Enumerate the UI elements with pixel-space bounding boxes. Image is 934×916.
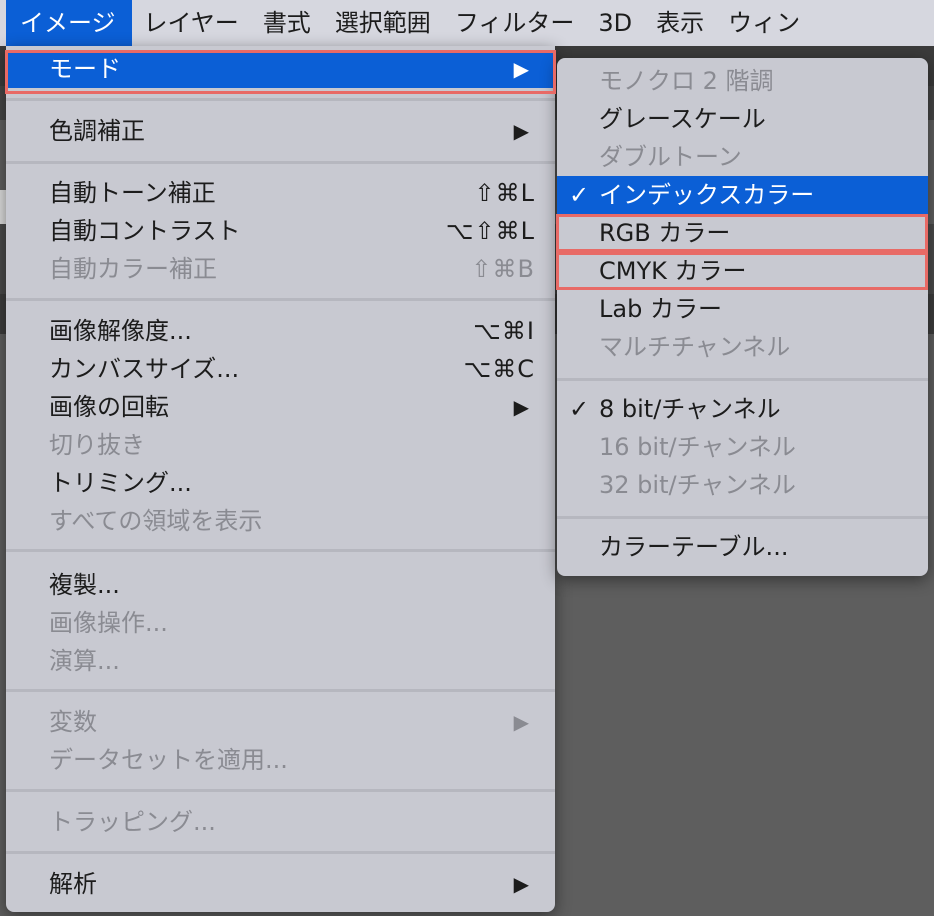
submenu-item-label: インデックスカラー bbox=[599, 181, 815, 209]
submenu-item-label: Lab カラー bbox=[599, 295, 722, 323]
menu-item-label: トリミング... bbox=[49, 469, 192, 497]
menu-item-label: データセットを適用... bbox=[49, 746, 288, 774]
menu-separator bbox=[6, 851, 555, 854]
menu-item-duplicate[interactable]: 複製... bbox=[6, 566, 555, 604]
shortcut-label: ⇧⌘B bbox=[471, 255, 535, 283]
menu-item-label: 複製... bbox=[49, 571, 120, 599]
menu-item-label: モード bbox=[49, 55, 121, 83]
menubar-window[interactable]: ウィン bbox=[716, 0, 812, 46]
menu-item-canvas-size[interactable]: カンバスサイズ... ⌥⌘C bbox=[6, 350, 555, 388]
submenu-arrow-icon: ▶ bbox=[513, 710, 529, 734]
menu-item-auto-contrast[interactable]: 自動コントラスト ⌥⇧⌘L bbox=[6, 212, 555, 250]
menu-item-analysis[interactable]: 解析 ▶ bbox=[6, 865, 555, 903]
menu-item-variables: 変数 ▶ bbox=[6, 703, 555, 741]
submenu-item-label: 32 bit/チャンネル bbox=[599, 471, 796, 499]
menu-item-label: 自動トーン補正 bbox=[49, 179, 216, 207]
submenu-item-label: CMYK カラー bbox=[599, 257, 747, 285]
checkmark-icon: ✓ bbox=[569, 181, 590, 209]
submenu-item-cmyk-color[interactable]: CMYK カラー bbox=[557, 252, 928, 290]
menu-item-adjustments[interactable]: 色調補正 ▶ bbox=[6, 112, 555, 150]
shortcut-label: ⌥⌘I bbox=[473, 317, 535, 345]
submenu-item-grayscale[interactable]: グレースケール bbox=[557, 100, 928, 138]
submenu-item-8bit[interactable]: ✓ 8 bit/チャンネル bbox=[557, 390, 928, 428]
menubar-image[interactable]: イメージ bbox=[6, 0, 132, 46]
menu-item-crop: 切り抜き bbox=[6, 426, 555, 464]
submenu-item-indexed-color[interactable]: ✓ インデックスカラー bbox=[557, 176, 928, 214]
submenu-arrow-icon: ▶ bbox=[513, 119, 529, 143]
submenu-arrow-icon: ▶ bbox=[513, 872, 529, 896]
menu-item-label: 自動コントラスト bbox=[49, 217, 241, 245]
menu-item-image-size[interactable]: 画像解像度... ⌥⌘I bbox=[6, 312, 555, 350]
menu-item-label: 変数 bbox=[49, 708, 97, 736]
submenu-item-label: カラーテーブル... bbox=[599, 533, 789, 561]
menu-item-label: 色調補正 bbox=[49, 117, 145, 145]
image-menu: モード ▶ 色調補正 ▶ 自動トーン補正 ⇧⌘L 自動コントラスト ⌥⇧⌘L 自… bbox=[6, 46, 555, 912]
menu-separator bbox=[557, 378, 928, 381]
menu-item-label: すべての領域を表示 bbox=[49, 507, 263, 535]
menu-item-label: 画像解像度... bbox=[49, 317, 192, 345]
shortcut-label: ⇧⌘L bbox=[474, 179, 535, 207]
submenu-item-label: 16 bit/チャンネル bbox=[599, 433, 796, 461]
menu-separator bbox=[6, 298, 555, 301]
menu-separator bbox=[6, 689, 555, 692]
menubar-select[interactable]: 選択範囲 bbox=[323, 0, 443, 46]
submenu-item-label: グレースケール bbox=[599, 105, 766, 133]
submenu-item-color-table[interactable]: カラーテーブル... bbox=[557, 528, 928, 566]
submenu-arrow-icon: ▶ bbox=[513, 395, 529, 419]
submenu-item-label: RGB カラー bbox=[599, 219, 731, 247]
menu-item-label: カンバスサイズ... bbox=[49, 355, 240, 383]
menu-item-trim[interactable]: トリミング... bbox=[6, 464, 555, 502]
submenu-item-label: 8 bit/チャンネル bbox=[599, 395, 781, 423]
submenu-item-duotone: ダブルトーン bbox=[557, 138, 928, 176]
menubar-3d[interactable]: 3D bbox=[586, 0, 644, 46]
submenu-item-label: ダブルトーン bbox=[599, 143, 742, 171]
menu-item-label: 自動カラー補正 bbox=[49, 255, 217, 283]
menu-item-label: 画像の回転 bbox=[49, 393, 169, 421]
menu-item-label: 演算... bbox=[49, 647, 120, 675]
submenu-item-bitmap: モノクロ 2 階調 bbox=[557, 62, 928, 100]
menu-item-calculations: 演算... bbox=[6, 642, 555, 680]
menu-separator bbox=[6, 549, 555, 552]
menubar-type[interactable]: 書式 bbox=[251, 0, 323, 46]
mode-submenu: モノクロ 2 階調 グレースケール ダブルトーン ✓ インデックスカラー RGB… bbox=[557, 58, 928, 576]
submenu-item-lab-color[interactable]: Lab カラー bbox=[557, 290, 928, 328]
menu-item-apply-data-set: データセットを適用... bbox=[6, 741, 555, 779]
menu-item-label: トラッピング... bbox=[49, 808, 216, 836]
menu-separator bbox=[6, 161, 555, 164]
menubar-filter[interactable]: フィルター bbox=[443, 0, 587, 46]
menu-bar: イメージ レイヤー 書式 選択範囲 フィルター 3D 表示 ウィン bbox=[0, 0, 934, 46]
submenu-item-rgb-color[interactable]: RGB カラー bbox=[557, 214, 928, 252]
menu-item-label: 切り抜き bbox=[49, 431, 145, 459]
submenu-item-multichannel: マルチチャンネル bbox=[557, 328, 928, 366]
menu-item-trap: トラッピング... bbox=[6, 803, 555, 841]
submenu-item-16bit: 16 bit/チャンネル bbox=[557, 428, 928, 466]
menu-item-auto-color: 自動カラー補正 ⇧⌘B bbox=[6, 250, 555, 288]
checkmark-icon: ✓ bbox=[569, 395, 590, 423]
menu-item-reveal-all: すべての領域を表示 bbox=[6, 502, 555, 540]
shortcut-label: ⌥⌘C bbox=[463, 355, 535, 383]
menu-separator bbox=[6, 789, 555, 792]
menu-item-auto-tone[interactable]: 自動トーン補正 ⇧⌘L bbox=[6, 174, 555, 212]
menu-item-label: 画像操作... bbox=[49, 609, 168, 637]
menu-separator bbox=[557, 516, 928, 519]
submenu-item-label: モノクロ 2 階調 bbox=[599, 67, 774, 95]
shortcut-label: ⌥⇧⌘L bbox=[445, 217, 535, 245]
menubar-layer[interactable]: レイヤー bbox=[132, 0, 251, 46]
submenu-item-label: マルチチャンネル bbox=[599, 333, 791, 361]
menu-item-image-rotation[interactable]: 画像の回転 ▶ bbox=[6, 388, 555, 426]
submenu-item-32bit: 32 bit/チャンネル bbox=[557, 466, 928, 504]
menu-item-apply-image: 画像操作... bbox=[6, 604, 555, 642]
submenu-arrow-icon: ▶ bbox=[513, 57, 529, 81]
menu-item-mode[interactable]: モード ▶ bbox=[6, 50, 555, 88]
menubar-view[interactable]: 表示 bbox=[644, 0, 716, 46]
menu-item-label: 解析 bbox=[49, 870, 97, 898]
menu-separator bbox=[6, 98, 555, 101]
